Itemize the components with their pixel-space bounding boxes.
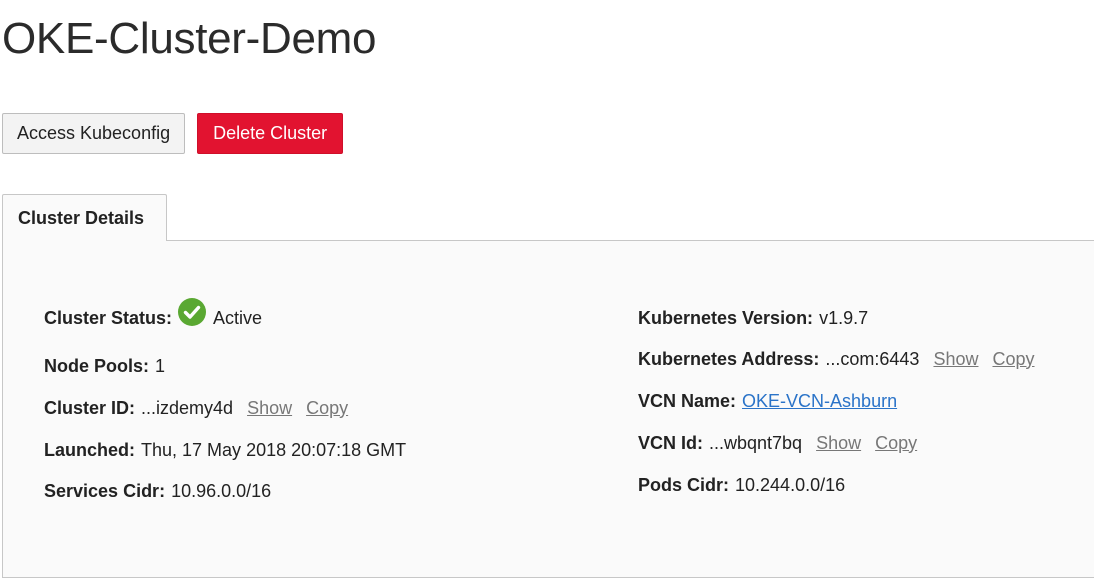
vcn-id-value: ...wbqnt7bq — [709, 432, 803, 453]
action-bar: Access Kubeconfig Delete Cluster — [2, 113, 344, 154]
vcn-id-label: VCN Id: — [638, 432, 703, 453]
services-cidr-value: 10.96.0.0/16 — [171, 480, 272, 501]
cluster-id-row: Cluster ID: ...izdemy4d Show Copy — [44, 394, 348, 422]
kubernetes-address-row: Kubernetes Address: ...com:6443 Show Cop… — [638, 345, 1035, 373]
cluster-status-label: Cluster Status: — [44, 307, 173, 328]
access-kubeconfig-button[interactable]: Access Kubeconfig — [2, 113, 186, 154]
launched-value: Thu, 17 May 2018 20:07:18 GMT — [141, 439, 407, 460]
vcn-name-row: VCN Name: OKE-VCN-Ashburn — [638, 387, 897, 415]
kubernetes-version-row: Kubernetes Version: v1.9.7 — [638, 304, 868, 332]
kubernetes-version-value: v1.9.7 — [819, 307, 869, 328]
cluster-status-value: Active — [213, 307, 263, 328]
vcn-id-show-link[interactable]: Show — [816, 433, 861, 454]
vcn-id-copy-link[interactable]: Copy — [875, 433, 917, 454]
cluster-id-copy-link[interactable]: Copy — [306, 398, 348, 419]
pods-cidr-label: Pods Cidr: — [638, 474, 730, 495]
kubernetes-address-show-link[interactable]: Show — [933, 349, 978, 370]
vcn-name-link[interactable]: OKE-VCN-Ashburn — [742, 391, 897, 412]
page-title: OKE-Cluster-Demo — [2, 14, 377, 63]
node-pools-value: 1 — [155, 355, 166, 376]
cluster-status-row: Cluster Status: Active — [44, 298, 263, 332]
node-pools-label: Node Pools: — [44, 355, 150, 376]
kubernetes-address-copy-link[interactable]: Copy — [992, 349, 1034, 370]
pods-cidr-row: Pods Cidr: 10.244.0.0/16 — [638, 471, 845, 499]
launched-row: Launched: Thu, 17 May 2018 20:07:18 GMT — [44, 436, 406, 464]
node-pools-row: Node Pools: 1 — [44, 352, 165, 380]
kubernetes-version-label: Kubernetes Version: — [638, 307, 814, 328]
pods-cidr-value: 10.244.0.0/16 — [735, 474, 846, 495]
cluster-id-label: Cluster ID: — [44, 397, 136, 418]
vcn-name-label: VCN Name: — [638, 390, 737, 411]
services-cidr-row: Services Cidr: 10.96.0.0/16 — [44, 477, 271, 505]
vcn-id-row: VCN Id: ...wbqnt7bq Show Copy — [638, 429, 917, 457]
cluster-id-show-link[interactable]: Show — [247, 398, 292, 419]
services-cidr-label: Services Cidr: — [44, 480, 166, 501]
kubernetes-address-label: Kubernetes Address: — [638, 348, 820, 369]
kubernetes-address-value: ...com:6443 — [825, 348, 920, 369]
cluster-id-value: ...izdemy4d — [141, 397, 234, 418]
delete-cluster-button[interactable]: Delete Cluster — [197, 113, 344, 154]
check-circle-icon — [178, 298, 207, 326]
launched-label: Launched: — [44, 439, 136, 460]
tab-cluster-details[interactable]: Cluster Details — [2, 194, 167, 241]
